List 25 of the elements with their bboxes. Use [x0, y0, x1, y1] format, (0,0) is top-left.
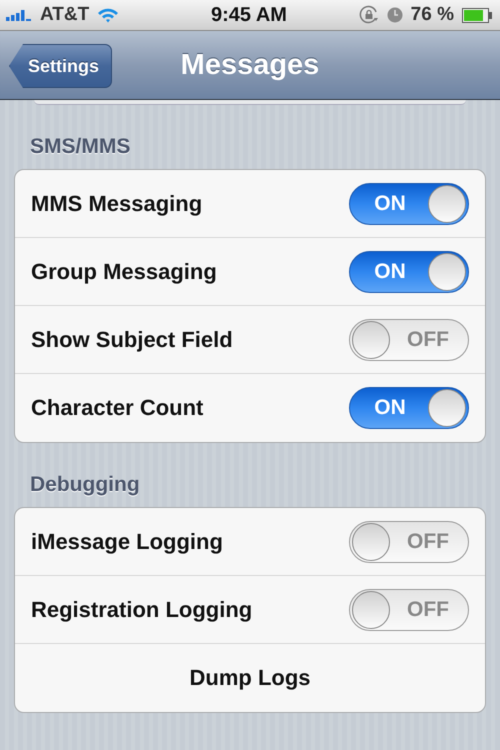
battery-icon [462, 8, 492, 22]
toggle-switch[interactable]: ON [349, 387, 469, 429]
setting-label: Group Messaging [31, 258, 217, 284]
toggle-switch[interactable]: OFF [349, 588, 469, 630]
section-header: Debugging [29, 472, 141, 498]
setting-label: Character Count [31, 395, 204, 421]
clock-icon [386, 7, 403, 23]
toggle-switch[interactable]: ON [349, 250, 469, 292]
carrier-name: AT&T [40, 4, 90, 26]
setting-label: MMS Messaging [31, 190, 202, 216]
screen-title: Messages [180, 48, 320, 82]
wifi-icon [97, 7, 120, 23]
battery-percent: 76 % [410, 4, 454, 26]
section-header: SMS/MMS [29, 134, 132, 160]
setting-label: Show Subject Field [31, 326, 233, 352]
setting-label: Registration Logging [31, 596, 252, 622]
signal-icon [6, 9, 32, 21]
setting-label: iMessage Logging [31, 528, 223, 554]
back-button[interactable]: Settings [9, 44, 112, 88]
toggle-switch[interactable]: ON [349, 182, 469, 224]
action-row[interactable]: Dump Logs [15, 644, 485, 712]
rotation-lock-icon [358, 5, 379, 25]
toggle-switch[interactable]: OFF [349, 520, 469, 562]
toggle-switch[interactable]: OFF [349, 318, 469, 360]
clock-time: 9:45 AM [211, 4, 287, 26]
